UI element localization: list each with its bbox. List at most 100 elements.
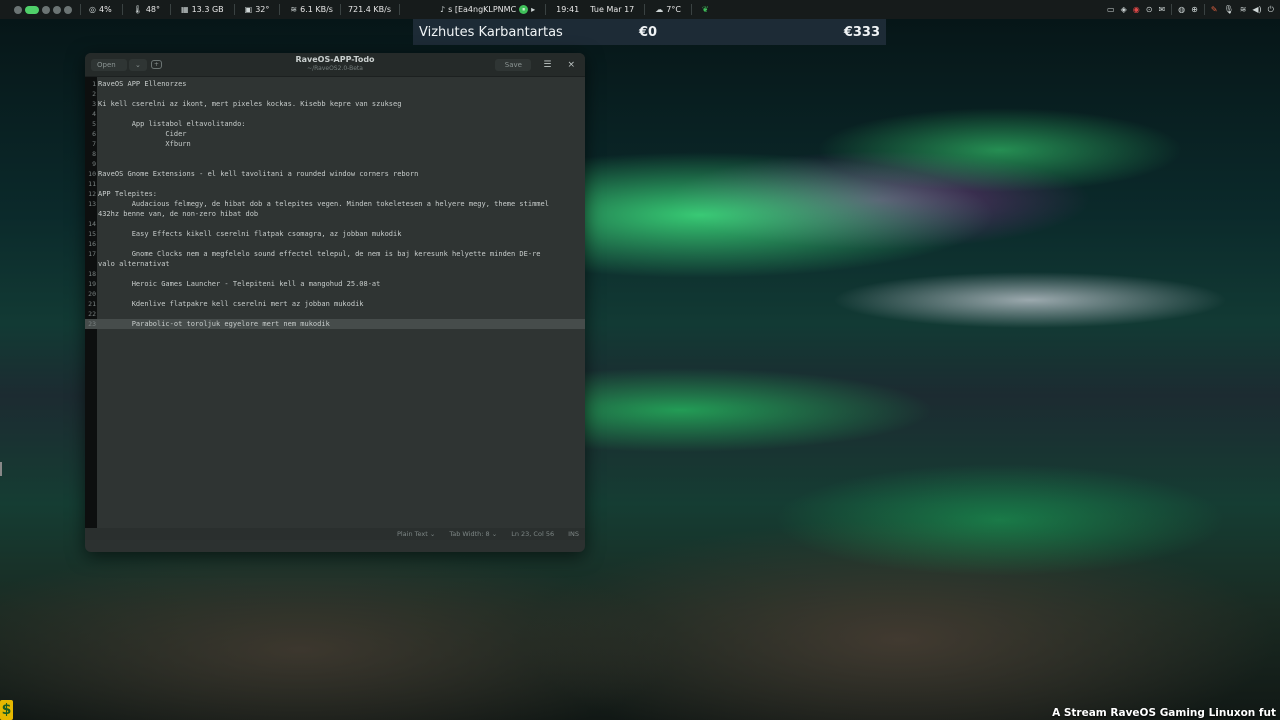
line-text: App listabol eltavolitando: bbox=[98, 120, 246, 128]
line-number: 17 bbox=[88, 250, 96, 258]
editor-line[interactable]: 2 bbox=[85, 89, 585, 99]
separator bbox=[1203, 4, 1205, 15]
line-text: Cider bbox=[98, 130, 187, 138]
editor-line[interactable]: 6 Cider bbox=[85, 129, 585, 139]
editor-line[interactable]: 7 Xfburn bbox=[85, 139, 585, 149]
window-titlebar[interactable]: Open ⌄ + RaveOS-APP-Todo ~/RaveOS2.0-Bet… bbox=[85, 53, 585, 77]
clock[interactable]: 19:41 Tue Mar 17 bbox=[556, 5, 634, 14]
tray-icon[interactable]: ⊙ bbox=[1146, 5, 1153, 14]
line-number: 18 bbox=[88, 270, 96, 278]
line-number: 9 bbox=[92, 160, 96, 168]
next-track-icon[interactable]: ▸ bbox=[531, 5, 535, 14]
editor-line[interactable]: 3 Ki kell cserelni az ikont, mert pixeles… bbox=[85, 99, 585, 109]
workspace-dot[interactable] bbox=[64, 5, 72, 14]
separator bbox=[233, 4, 235, 15]
editor-line[interactable]: 17 Gnome Clocks nem a megfelelo sound ef… bbox=[85, 249, 585, 259]
editor-line[interactable]: 22 bbox=[85, 309, 585, 319]
line-number: 20 bbox=[88, 290, 96, 298]
line-text: Kdenlive flatpakre kell cserelni mert az… bbox=[98, 300, 364, 308]
editor-line[interactable]: 1 RaveOS APP Ellenorzes bbox=[85, 79, 585, 89]
editor-line[interactable]: 14 bbox=[85, 219, 585, 229]
line-number: 19 bbox=[88, 280, 96, 288]
cpu-temperature[interactable]: 🌡 48° bbox=[133, 5, 160, 14]
leaf-icon[interactable]: ❦ bbox=[702, 5, 709, 14]
language-label: Plain Text bbox=[396, 530, 428, 538]
workspace-dot[interactable] bbox=[53, 5, 61, 14]
weather[interactable]: ☁ 7°C bbox=[655, 5, 681, 14]
tray-icon[interactable]: ✉ bbox=[1158, 5, 1165, 14]
banner-current-amount: €0 bbox=[639, 24, 658, 40]
tray-icon[interactable]: ◉ bbox=[1133, 5, 1140, 14]
play-pause-icon[interactable]: ⏸ bbox=[519, 5, 529, 14]
editor-line[interactable]: 4 bbox=[85, 109, 585, 119]
banner-title: Vizhutes Karbantartas bbox=[419, 24, 563, 40]
line-text: APP Telepites: bbox=[98, 190, 158, 198]
memory-icon: ▦ bbox=[181, 5, 189, 14]
separator bbox=[399, 4, 401, 15]
cpu-usage[interactable]: ◎ 4% bbox=[89, 5, 112, 14]
tray-icon[interactable]: ◍ bbox=[1178, 5, 1185, 14]
insert-mode-indicator: INS bbox=[568, 530, 579, 538]
memory-usage[interactable]: ▦ 13.3 GB bbox=[181, 5, 224, 14]
line-number: 21 bbox=[88, 300, 96, 308]
workspace-indicator[interactable] bbox=[14, 5, 72, 14]
hamburger-menu-icon[interactable]: ☰ bbox=[537, 58, 557, 72]
status-bar: Plain Text ⌄ Tab Width: 8 ⌄ Ln 23, Col 5… bbox=[85, 528, 585, 540]
line-text: valo alternativat bbox=[98, 260, 170, 268]
line-number: 15 bbox=[88, 230, 96, 238]
media-player[interactable]: ♪ s [Ea4ngKLPNMC ⏸ ▸ bbox=[440, 5, 535, 14]
editor-line[interactable]: 20 bbox=[85, 289, 585, 299]
workspace-dot[interactable] bbox=[14, 5, 22, 14]
line-number: 2 bbox=[92, 90, 96, 98]
separator bbox=[339, 4, 341, 15]
workspace-dot-active[interactable] bbox=[25, 5, 39, 14]
close-icon[interactable]: × bbox=[561, 58, 581, 72]
save-button[interactable]: Save bbox=[495, 58, 532, 71]
tray-icon[interactable]: ▭ bbox=[1107, 5, 1115, 14]
chevron-down-icon: ⌄ bbox=[429, 530, 436, 538]
line-text: RaveOS Gnome Extensions - el kell tavoli… bbox=[98, 170, 419, 178]
volume-icon[interactable]: ◀) bbox=[1252, 5, 1261, 14]
open-dropdown-chevron-icon[interactable]: ⌄ bbox=[129, 58, 147, 71]
editor-line[interactable]: 23 Parabolic-ot toroljuk egyelore mert n… bbox=[85, 319, 585, 329]
editor-line[interactable]: 13 Audacious felmegy, de hibat dob a tel… bbox=[85, 199, 585, 209]
tab-width-selector[interactable]: Tab Width: 8 ⌄ bbox=[449, 530, 497, 538]
editor-line[interactable]: 9 bbox=[85, 159, 585, 169]
network-speed[interactable]: ≋ 6.1 KB/s 721.4 KB/s bbox=[290, 4, 391, 15]
tray-icon[interactable]: ◈ bbox=[1121, 5, 1127, 14]
power-icon[interactable]: ⏻ bbox=[1268, 5, 1274, 15]
gpu-temperature[interactable]: ▣ 32° bbox=[245, 5, 270, 14]
tray-icon[interactable]: ✎ bbox=[1211, 5, 1218, 14]
stream-goal-banner: Vizhutes Karbantartas €0 €333 bbox=[413, 19, 886, 45]
cpu-temp-value: 48° bbox=[145, 5, 161, 14]
line-text: Gnome Clocks nem a megfelelo sound effec… bbox=[98, 250, 541, 258]
editor-line[interactable]: 15 Easy Effects kikell cserelni flatpak … bbox=[85, 229, 585, 239]
line-text: Easy Effects kikell cserelni flatpak cso… bbox=[98, 230, 402, 238]
editor-line[interactable]: 10 RaveOS Gnome Extensions - el kell tavo… bbox=[85, 169, 585, 179]
editor-line[interactable]: 16 bbox=[85, 239, 585, 249]
open-button[interactable]: Open bbox=[91, 58, 127, 71]
wifi-icon[interactable]: ≋ bbox=[1240, 5, 1247, 14]
editor-line[interactable]: 19 Heroic Games Launcher - Telepiteni ke… bbox=[85, 279, 585, 289]
new-tab-icon[interactable]: + bbox=[150, 60, 162, 69]
language-selector[interactable]: Plain Text ⌄ bbox=[397, 530, 435, 538]
editor-line[interactable]: 11 bbox=[85, 179, 585, 189]
workspace-dot[interactable] bbox=[42, 5, 50, 14]
text-editor-area[interactable]: 1 RaveOS APP Ellenorzes 2 3 Ki kell cserelni… bbox=[85, 77, 585, 540]
text-editor-window[interactable]: Open ⌄ + RaveOS-APP-Todo ~/RaveOS2.0-Bet… bbox=[85, 53, 585, 552]
memory-value: 13.3 GB bbox=[191, 5, 224, 14]
microphone-icon[interactable]: 🎙 bbox=[1224, 5, 1234, 14]
editor-line[interactable]: 432hz benne van, de non-zero hibat dob bbox=[85, 209, 585, 219]
editor-line[interactable]: 12 APP Telepites: bbox=[85, 189, 585, 199]
editor-line[interactable]: 8 bbox=[85, 149, 585, 159]
editor-line[interactable]: 18 bbox=[85, 269, 585, 279]
weather-value: 7°C bbox=[666, 5, 681, 14]
window-edge-handle bbox=[0, 462, 2, 476]
net-up-value: 721.4 KB/s bbox=[347, 5, 392, 14]
line-number: 23 bbox=[88, 320, 96, 328]
editor-line[interactable]: 21 Kdenlive flatpakre kell cserelni mert… bbox=[85, 299, 585, 309]
editor-line[interactable]: 5 App listabol eltavolitando: bbox=[85, 119, 585, 129]
top-panel: ◎ 4% 🌡 48° ▦ 13.3 GB ▣ 32° ≋ 6.1 KB/s 72… bbox=[0, 0, 1280, 19]
editor-line[interactable]: valo alternativat bbox=[85, 259, 585, 269]
tray-icon[interactable]: ⊕ bbox=[1191, 5, 1198, 14]
